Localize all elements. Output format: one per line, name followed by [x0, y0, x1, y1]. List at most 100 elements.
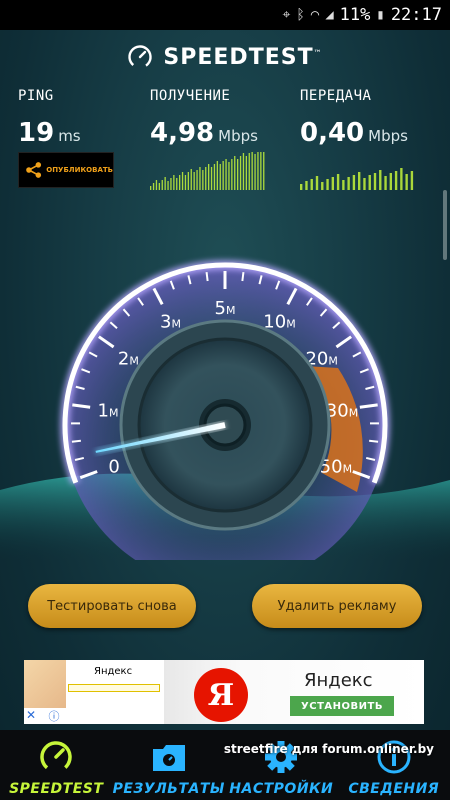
spark-bar [222, 161, 224, 190]
bluetooth-icon: ᛒ [296, 7, 305, 23]
spark-bar [170, 178, 172, 190]
spark-bar [263, 152, 265, 190]
spark-bar [394, 171, 398, 190]
spark-bar [358, 172, 361, 190]
spark-bar [242, 153, 245, 190]
spark-bar [331, 177, 335, 190]
upload-sparkline [300, 168, 414, 190]
spark-bar [164, 177, 166, 190]
download-metric: ПОЛУЧЕНИЕ 4,98 Mbps [150, 88, 258, 148]
gauge-icon [40, 741, 72, 773]
nav-item-info[interactable]: СВЕДЕНИЯ [338, 730, 450, 800]
battery-icon: ▮ [376, 7, 385, 23]
nav-label-info: СВЕДЕНИЯ [348, 781, 440, 797]
gauge-minor-tick [241, 271, 245, 282]
spark-bar [173, 175, 175, 190]
gauge-minor-tick [71, 439, 81, 443]
ad-info-icon[interactable]: ⓘ [46, 708, 62, 724]
spark-bar [167, 181, 169, 190]
spark-bar [184, 175, 187, 190]
ad-close-icon[interactable]: ✕ [26, 708, 42, 724]
app-title: SPEEDTEST™ [163, 44, 323, 70]
spark-bar [231, 159, 233, 190]
location-icon: ⌖ [282, 7, 291, 23]
nav-label-settings: НАСТРОЙКИ [229, 781, 334, 797]
yandex-logo-icon: Я [194, 668, 248, 722]
spark-bar [187, 172, 190, 190]
speedometer-logo-icon [128, 45, 153, 69]
status-bar: ⌖ ᛒ ◠ ◢ 11% ▮ 22:17 [0, 0, 450, 30]
ping-label: PING [18, 88, 54, 104]
spark-bar [202, 170, 204, 190]
upload-metric: ПЕРЕДАЧА 0,40 Mbps [300, 88, 408, 148]
test-again-button[interactable]: Тестировать снова [28, 584, 196, 628]
spark-bar [373, 173, 377, 190]
ad-thumbnail [24, 660, 66, 708]
share-button[interactable]: ОПУБЛИКОВАТЬ [18, 152, 114, 188]
remove-ads-button[interactable]: Удалить рекламу [252, 584, 422, 628]
spark-bar [193, 172, 195, 190]
spark-bar [300, 184, 303, 190]
spark-bar [379, 170, 382, 190]
download-value: 4,98 Mbps [150, 118, 258, 148]
ad-left-panel[interactable]: Яндекс ✕ ⓘ [24, 660, 164, 724]
spark-bar [321, 182, 324, 190]
spark-bar [336, 174, 340, 190]
spark-bar [326, 179, 329, 190]
spark-bar [310, 179, 313, 190]
spark-bar [315, 176, 319, 190]
upload-label: ПЕРЕДАЧА [300, 88, 372, 104]
share-label: ОПУБЛИКОВАТЬ [46, 166, 113, 174]
watermark: streetfire для forum.onliner.by [223, 742, 434, 756]
nav-label-speedtest: SPEEDTEST [9, 781, 104, 797]
spark-bar [347, 177, 350, 190]
spark-bar [213, 164, 216, 190]
spark-bar [400, 168, 403, 190]
spark-bar [196, 170, 198, 190]
spark-bar [219, 164, 221, 190]
spark-bar [248, 153, 250, 190]
spark-bar [190, 169, 192, 190]
battery-percent: 11% [339, 5, 371, 25]
wifi-icon: ◠ [310, 7, 320, 23]
spark-bar [239, 156, 242, 190]
spark-bar [305, 181, 308, 190]
nav-item-results[interactable]: РЕЗУЛЬТАТЫ [113, 730, 226, 800]
spark-bar [225, 159, 227, 190]
gauge-minor-tick [369, 439, 379, 443]
nav-label-results: РЕЗУЛЬТАТЫ [112, 781, 225, 797]
ping-value: 19 ms [18, 118, 81, 148]
spark-bar [254, 154, 256, 190]
upload-value: 0,40 Mbps [300, 118, 408, 148]
folder-icon [152, 745, 185, 771]
nav-item-speedtest[interactable]: SPEEDTEST [0, 730, 113, 800]
spark-bar [342, 180, 345, 190]
spark-bar [181, 172, 184, 190]
spark-bar [179, 175, 181, 190]
spark-bar [251, 152, 253, 190]
spark-bar [216, 161, 219, 190]
ad-install-button[interactable]: УСТАНОВИТЬ [290, 696, 394, 716]
ad-small-brand: Яндекс [94, 666, 133, 677]
spark-bar [205, 167, 207, 190]
ad-right-panel[interactable]: Я Яндекс УСТАНОВИТЬ [164, 660, 424, 724]
ping-metric: PING 19 ms [18, 88, 81, 148]
share-icon [26, 162, 42, 178]
spark-bar [352, 175, 356, 190]
spark-bar [155, 180, 158, 190]
spark-bar [245, 156, 248, 190]
spark-bar [257, 152, 259, 190]
spark-bar [384, 176, 387, 190]
spark-bar [176, 178, 178, 190]
ad-banner[interactable]: Яндекс ✕ ⓘ Я Яндекс УСТАНОВИТЬ [24, 660, 424, 724]
signal-icon: ◢ [325, 7, 334, 23]
spark-bar [368, 175, 371, 190]
spark-bar [237, 159, 239, 190]
spark-bar [210, 167, 213, 190]
download-sparkline [150, 152, 265, 190]
clock: 22:17 [390, 5, 442, 25]
spark-bar [234, 156, 236, 190]
nav-item-settings[interactable]: НАСТРОЙКИ [225, 730, 338, 800]
download-label: ПОЛУЧЕНИЕ [150, 88, 231, 104]
speed-gauge: 01M2M3M5M10M20M30M50M [0, 260, 450, 560]
